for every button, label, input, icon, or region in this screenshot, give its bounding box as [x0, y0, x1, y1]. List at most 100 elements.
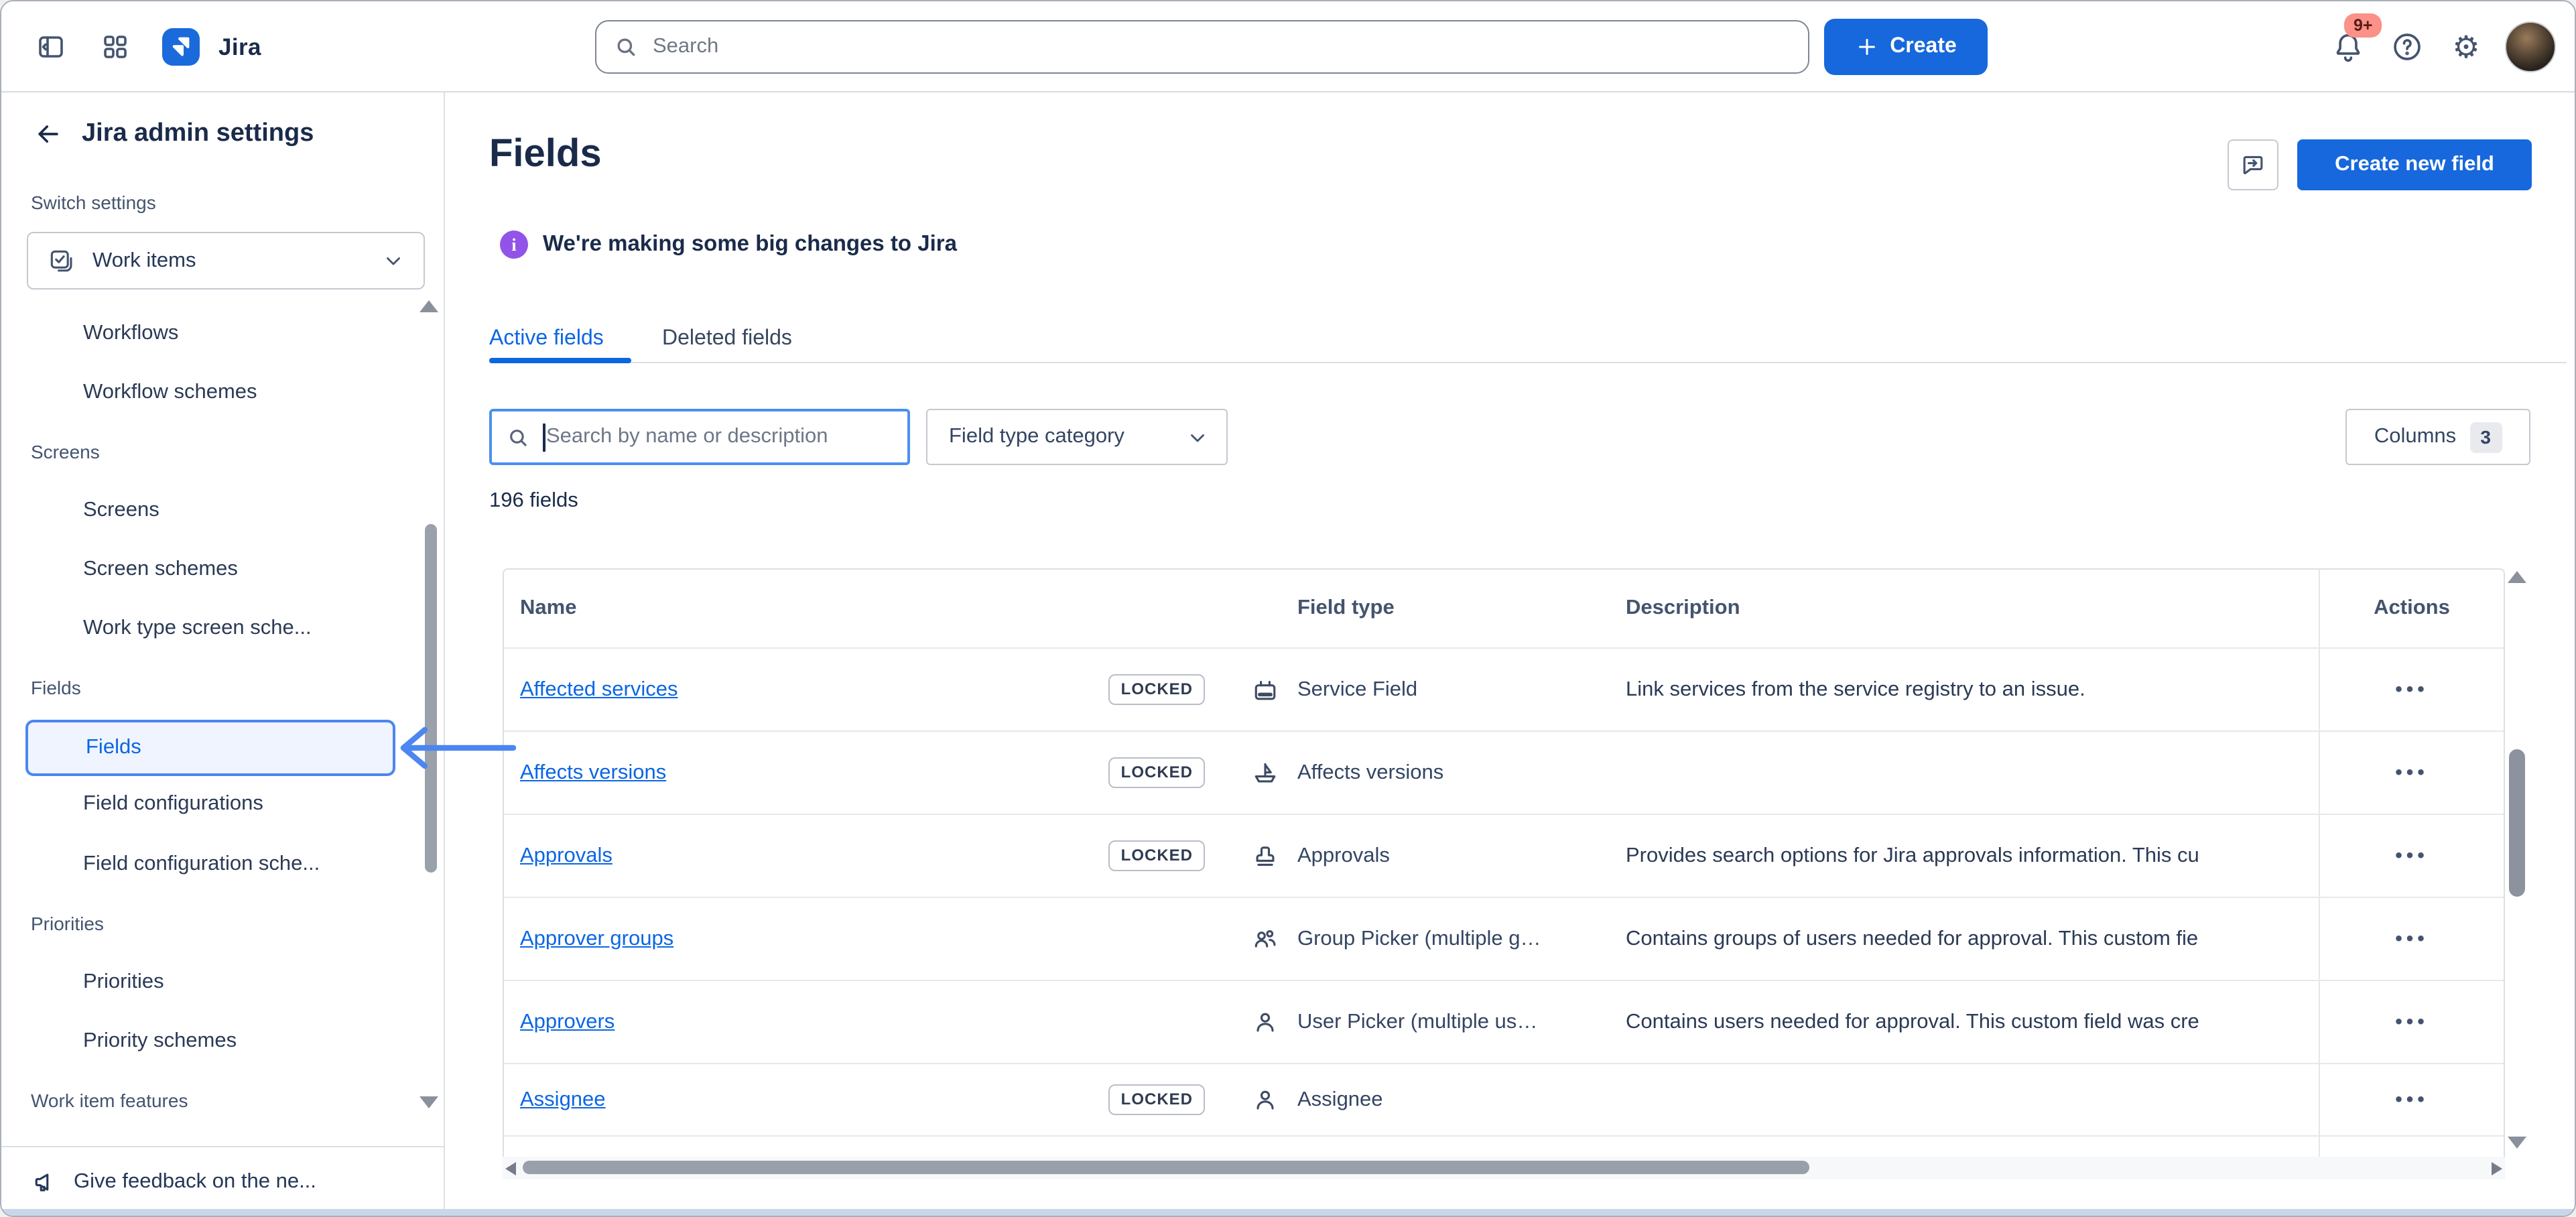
fields-filter-search[interactable]: [489, 409, 910, 465]
field-description: Contains groups of users needed for appr…: [1626, 898, 2319, 980]
work-items-icon: [47, 246, 76, 275]
settings-type-value: Work items: [92, 249, 366, 273]
table-horizontal-scrollbar[interactable]: [503, 1157, 2505, 1179]
sidebar-item-fields-selected[interactable]: Fields: [25, 720, 395, 776]
table-header-row: Name Field type Description Actions: [504, 570, 2504, 647]
field-link[interactable]: Approver groups: [520, 927, 673, 951]
help-icon: [2390, 29, 2425, 64]
columns-button[interactable]: Columns 3: [2345, 409, 2530, 465]
collapse-sidebar-button[interactable]: [25, 21, 76, 72]
plus-icon: [1855, 35, 1879, 59]
jira-logo-icon[interactable]: [162, 28, 200, 66]
column-header-name[interactable]: Name: [504, 570, 1214, 647]
help-button[interactable]: [2387, 27, 2427, 67]
row-actions-button[interactable]: •••: [2395, 1088, 2429, 1111]
scroll-left-icon[interactable]: [505, 1161, 516, 1175]
sidebar-item-workflows[interactable]: Workflows: [1, 310, 403, 358]
chevron-down-icon: [1186, 426, 1209, 448]
vertical-scrollbar-thumb[interactable]: [2509, 749, 2525, 897]
field-type-category-dropdown[interactable]: Field type category: [926, 409, 1228, 465]
sidebar-feedback-link[interactable]: Give feedback on the ne...: [1, 1146, 444, 1216]
field-link[interactable]: Affects versions: [520, 761, 666, 785]
row-actions-button[interactable]: •••: [2395, 678, 2429, 701]
row-actions-button[interactable]: •••: [2395, 927, 2429, 950]
global-search-input[interactable]: [653, 35, 1725, 59]
column-header-field-type[interactable]: Field type: [1214, 570, 1626, 647]
sailboat-versions-icon: [1250, 758, 1280, 787]
global-create-button[interactable]: Create: [1824, 19, 1988, 75]
app-switcher-grid-icon: [99, 31, 131, 63]
sidebar-scroll-up-icon[interactable]: [420, 300, 438, 312]
topbar-left-cluster: Jira: [25, 1, 261, 92]
sidebar-section-screens: Screens: [31, 438, 100, 465]
tab-deleted-fields[interactable]: Deleted fields: [662, 320, 792, 358]
topbar-right-cluster: 9+ ⚙: [2328, 1, 2556, 92]
sidebar-title: Jira admin settings: [82, 119, 314, 149]
page-feedback-button[interactable]: [2228, 139, 2278, 190]
field-type-text: Service Field: [1297, 678, 1417, 702]
row-actions-button[interactable]: •••: [2395, 1011, 2429, 1033]
search-icon: [613, 34, 639, 60]
switch-settings-label: Switch settings: [31, 192, 156, 213]
field-link[interactable]: Approvers: [520, 1010, 615, 1034]
table-vertical-scrollbar[interactable]: [2508, 571, 2526, 1157]
scroll-down-icon[interactable]: [2508, 1137, 2526, 1149]
locked-badge: LOCKED: [1109, 1084, 1205, 1115]
sidebar-item-field-configuration-schemes[interactable]: Field configuration sche...: [1, 840, 403, 889]
table-row: Approvers User Picker (multiple users) C…: [504, 980, 2504, 1063]
scroll-right-icon[interactable]: [2492, 1161, 2502, 1175]
row-actions-button[interactable]: •••: [2395, 761, 2429, 784]
sidebar-header: Jira admin settings: [25, 111, 314, 157]
back-arrow-icon: [34, 119, 63, 149]
table-row-partial: [504, 1135, 2504, 1157]
sidebar-item-work-type-screen-schemes[interactable]: Work type screen sche...: [1, 604, 403, 653]
top-navigation-bar: Jira Create: [1, 1, 2575, 92]
field-type-text: Assignee: [1297, 1088, 1383, 1112]
fields-table: Name Field type Description Actions Affe…: [503, 568, 2505, 1157]
field-link[interactable]: Approvals: [520, 844, 613, 868]
field-type-text: User Picker (multiple users): [1297, 1010, 1541, 1034]
column-header-description[interactable]: Description: [1626, 570, 2319, 647]
field-link[interactable]: Affected services: [520, 678, 678, 702]
field-link[interactable]: Assignee: [520, 1088, 606, 1112]
active-tab-indicator: [489, 358, 631, 363]
locked-badge: LOCKED: [1109, 674, 1205, 705]
global-search[interactable]: [595, 20, 1809, 74]
sidebar-item-field-configurations[interactable]: Field configurations: [1, 780, 403, 828]
back-button[interactable]: [25, 111, 71, 157]
global-create-label: Create: [1890, 35, 1957, 59]
field-description: [1626, 1064, 2319, 1135]
user-avatar[interactable]: [2505, 21, 2556, 72]
fields-filter-input[interactable]: [546, 425, 881, 449]
sidebar-scroll-down-icon[interactable]: [420, 1096, 438, 1108]
settings-type-dropdown[interactable]: Work items: [27, 232, 425, 290]
field-type-category-label: Field type category: [949, 425, 1124, 449]
table-row: Approvals LOCKED Approvals Provides sear…: [504, 814, 2504, 897]
service-field-icon: [1250, 675, 1280, 704]
settings-button[interactable]: ⚙: [2446, 27, 2486, 67]
sidebar-item-screens[interactable]: Screens: [1, 487, 403, 535]
horizontal-scrollbar-thumb[interactable]: [523, 1161, 1809, 1174]
app-switcher-button[interactable]: [90, 21, 141, 72]
locked-badge: LOCKED: [1109, 840, 1205, 871]
table-row: Assignee LOCKED Assignee •••: [504, 1063, 2504, 1135]
table-row: Affects versions LOCKED Affects versions…: [504, 730, 2504, 814]
scroll-up-icon[interactable]: [2508, 571, 2526, 583]
changes-banner: i We're making some big changes to Jira: [500, 231, 957, 259]
create-new-field-button[interactable]: Create new field: [2297, 139, 2532, 190]
sidebar-scrollbar-thumb[interactable]: [425, 524, 437, 873]
field-type-text: Affects versions: [1297, 761, 1443, 785]
notifications-button[interactable]: 9+: [2328, 27, 2368, 67]
field-description: Provides search options for Jira approva…: [1626, 815, 2319, 897]
tab-active-fields[interactable]: Active fields: [489, 320, 604, 358]
sidebar-item-workflow-schemes[interactable]: Workflow schemes: [1, 369, 403, 417]
chevron-down-icon: [382, 249, 405, 272]
tabs-divider: [489, 362, 2567, 363]
sidebar-item-priority-schemes[interactable]: Priority schemes: [1, 1017, 403, 1066]
window-bottom-edge: [1, 1209, 2575, 1216]
sidebar-item-priorities[interactable]: Priorities: [1, 958, 403, 1007]
sidebar-item-screen-schemes[interactable]: Screen schemes: [1, 546, 403, 594]
search-icon: [505, 424, 531, 450]
app-name: Jira: [218, 33, 261, 61]
row-actions-button[interactable]: •••: [2395, 844, 2429, 867]
